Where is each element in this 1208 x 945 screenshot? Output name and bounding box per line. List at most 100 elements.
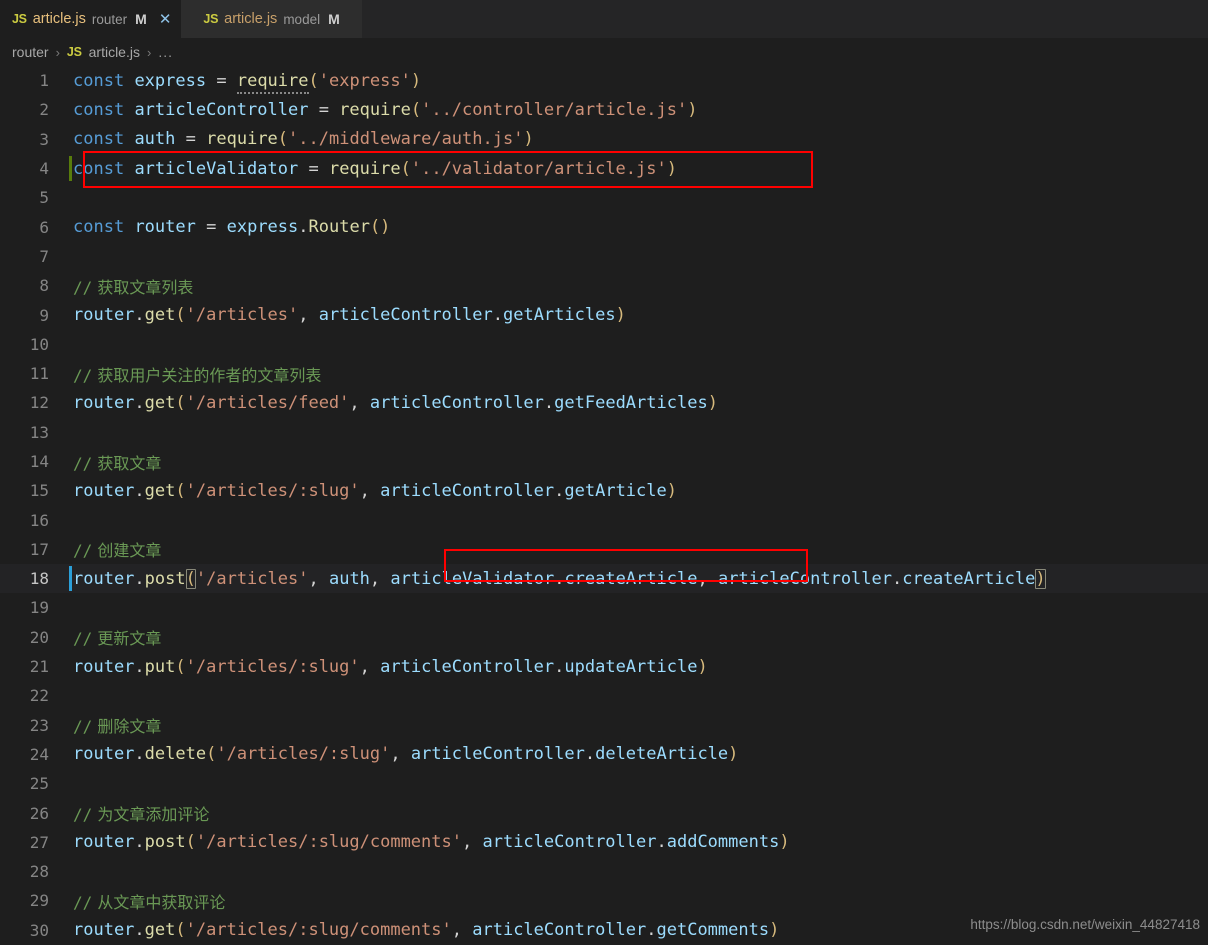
token-string: '/articles/feed' (185, 392, 350, 413)
csdn-watermark: https://blog.csdn.net/weixin_44827418 (970, 917, 1200, 932)
code-line: 27 router.post('/articles/:slug/comments… (0, 828, 1208, 857)
line-number: 23 (29, 715, 49, 735)
code-line: 16 (0, 505, 1208, 534)
token-dot: . (134, 656, 145, 677)
line-number: 25 (29, 774, 49, 794)
line-number: 22 (29, 686, 49, 706)
token-keyword: const (73, 217, 125, 238)
breadcrumb-symbol-dots[interactable]: ... (158, 44, 173, 60)
code-line: 4 const articleValidator = require('../v… (0, 154, 1208, 183)
line-number: 10 (29, 334, 49, 354)
token-paren: ( (400, 158, 411, 179)
token-string: '/articles/:slug' (216, 744, 391, 765)
line-number: 9 (39, 305, 49, 325)
token-paren: ) (728, 744, 739, 765)
code-line: 5 (0, 183, 1208, 212)
close-icon[interactable]: ✕ (159, 12, 172, 27)
code-line: 20 // 更新文章 (0, 623, 1208, 652)
token-comment-slashes: // (73, 541, 93, 561)
line-number: 4 (39, 159, 49, 179)
token-comment-text: 删除文章 (97, 717, 162, 737)
code-line: 24 router.delete('/articles/:slug', arti… (0, 740, 1208, 769)
token-keyword: const (73, 99, 125, 120)
code-content: router.post('/articles/:slug/comments', … (58, 832, 1208, 852)
code-content: const auth = require('../middleware/auth… (58, 129, 1208, 149)
code-editor[interactable]: 1 const express = require('express') 2 c… (0, 66, 1208, 945)
token-identifier: router (73, 744, 135, 765)
code-line: 19 (0, 593, 1208, 622)
tab-article-js-router[interactable]: JS article.js router M ✕ (0, 0, 182, 38)
tab-description: model (283, 11, 321, 27)
line-number: 7 (39, 246, 49, 266)
chevron-right-icon: › (55, 44, 60, 60)
token-string: '../validator/article.js' (410, 158, 667, 179)
line-number: 19 (29, 598, 49, 618)
token-identifier: articleController (318, 305, 493, 326)
token-dot: . (584, 744, 596, 765)
token-comma: , (697, 568, 708, 589)
token-dot: . (134, 392, 145, 413)
token-comment-slashes: // (73, 453, 93, 473)
token-paren: ) (687, 99, 698, 120)
token-property: getArticles (502, 305, 616, 326)
code-content: // 从文章中获取评论 (58, 889, 1208, 913)
token-comma: , (359, 656, 370, 677)
token-operator: = (318, 99, 329, 120)
token-paren: ) (779, 832, 790, 853)
line-number: 17 (29, 539, 49, 559)
token-comment-text: 从文章中获取评论 (97, 892, 226, 912)
code-line: 25 (0, 769, 1208, 798)
token-paren: ( (175, 656, 186, 677)
token-paren: ( (277, 129, 289, 150)
tab-article-js-model[interactable]: JS article.js model M (181, 0, 362, 38)
code-content: router.get('/articles', articleControlle… (58, 305, 1208, 325)
code-line: 26 // 为文章添加评论 (0, 798, 1208, 827)
code-content: const express = require('express') (58, 70, 1208, 94)
token-paren: ( (175, 305, 186, 326)
token-paren-matched: ( (185, 568, 196, 589)
token-identifier: articleController (369, 392, 544, 413)
code-content: // 创建文章 (58, 537, 1208, 561)
line-number: 29 (29, 891, 49, 911)
token-identifier: articleValidator (134, 158, 299, 179)
token-identifier: router (73, 305, 135, 326)
tab-description: router (91, 11, 128, 27)
token-comma: , (369, 568, 381, 589)
token-method: get (144, 392, 176, 413)
token-identifier: articleController (472, 920, 647, 941)
code-line: 23 // 删除文章 (0, 711, 1208, 740)
token-paren: ) (697, 656, 708, 677)
breadcrumb-file[interactable]: article.js (89, 44, 140, 60)
line-number: 20 (29, 627, 49, 647)
token-paren: ) (523, 129, 534, 150)
code-line: 7 (0, 242, 1208, 271)
token-identifier: auth (134, 129, 176, 150)
tab-label: article.js (224, 11, 278, 27)
code-content: // 删除文章 (58, 713, 1208, 737)
token-method: delete (144, 744, 207, 765)
token-dot: . (492, 305, 503, 326)
token-dot: . (554, 568, 565, 589)
token-dot: . (134, 480, 145, 501)
tab-dirty-indicator: M (135, 11, 147, 27)
code-content: router.delete('/articles/:slug', article… (58, 744, 1208, 764)
code-line: 10 (0, 330, 1208, 359)
code-content: const articleValidator = require('../val… (58, 159, 1208, 179)
line-number: 28 (29, 862, 49, 882)
code-content: const articleController = require('../co… (58, 100, 1208, 120)
token-paren-matched: ) (1035, 568, 1046, 589)
breadcrumb-folder[interactable]: router (12, 44, 49, 60)
line-number: 5 (39, 188, 49, 208)
code-content: // 获取文章 (58, 450, 1208, 474)
line-number: 3 (39, 129, 49, 149)
token-dot: . (646, 920, 657, 941)
code-line: 28 (0, 857, 1208, 886)
token-identifier: articleValidator (390, 568, 555, 589)
token-paren: ( (175, 480, 186, 501)
token-comma: , (451, 920, 462, 941)
tab-dirty-indicator: M (328, 11, 340, 27)
line-number: 1 (39, 71, 49, 91)
token-paren: ) (769, 920, 780, 941)
code-line: 2 const articleController = require('../… (0, 95, 1208, 124)
gutter-change-indicator-modified (69, 566, 72, 592)
